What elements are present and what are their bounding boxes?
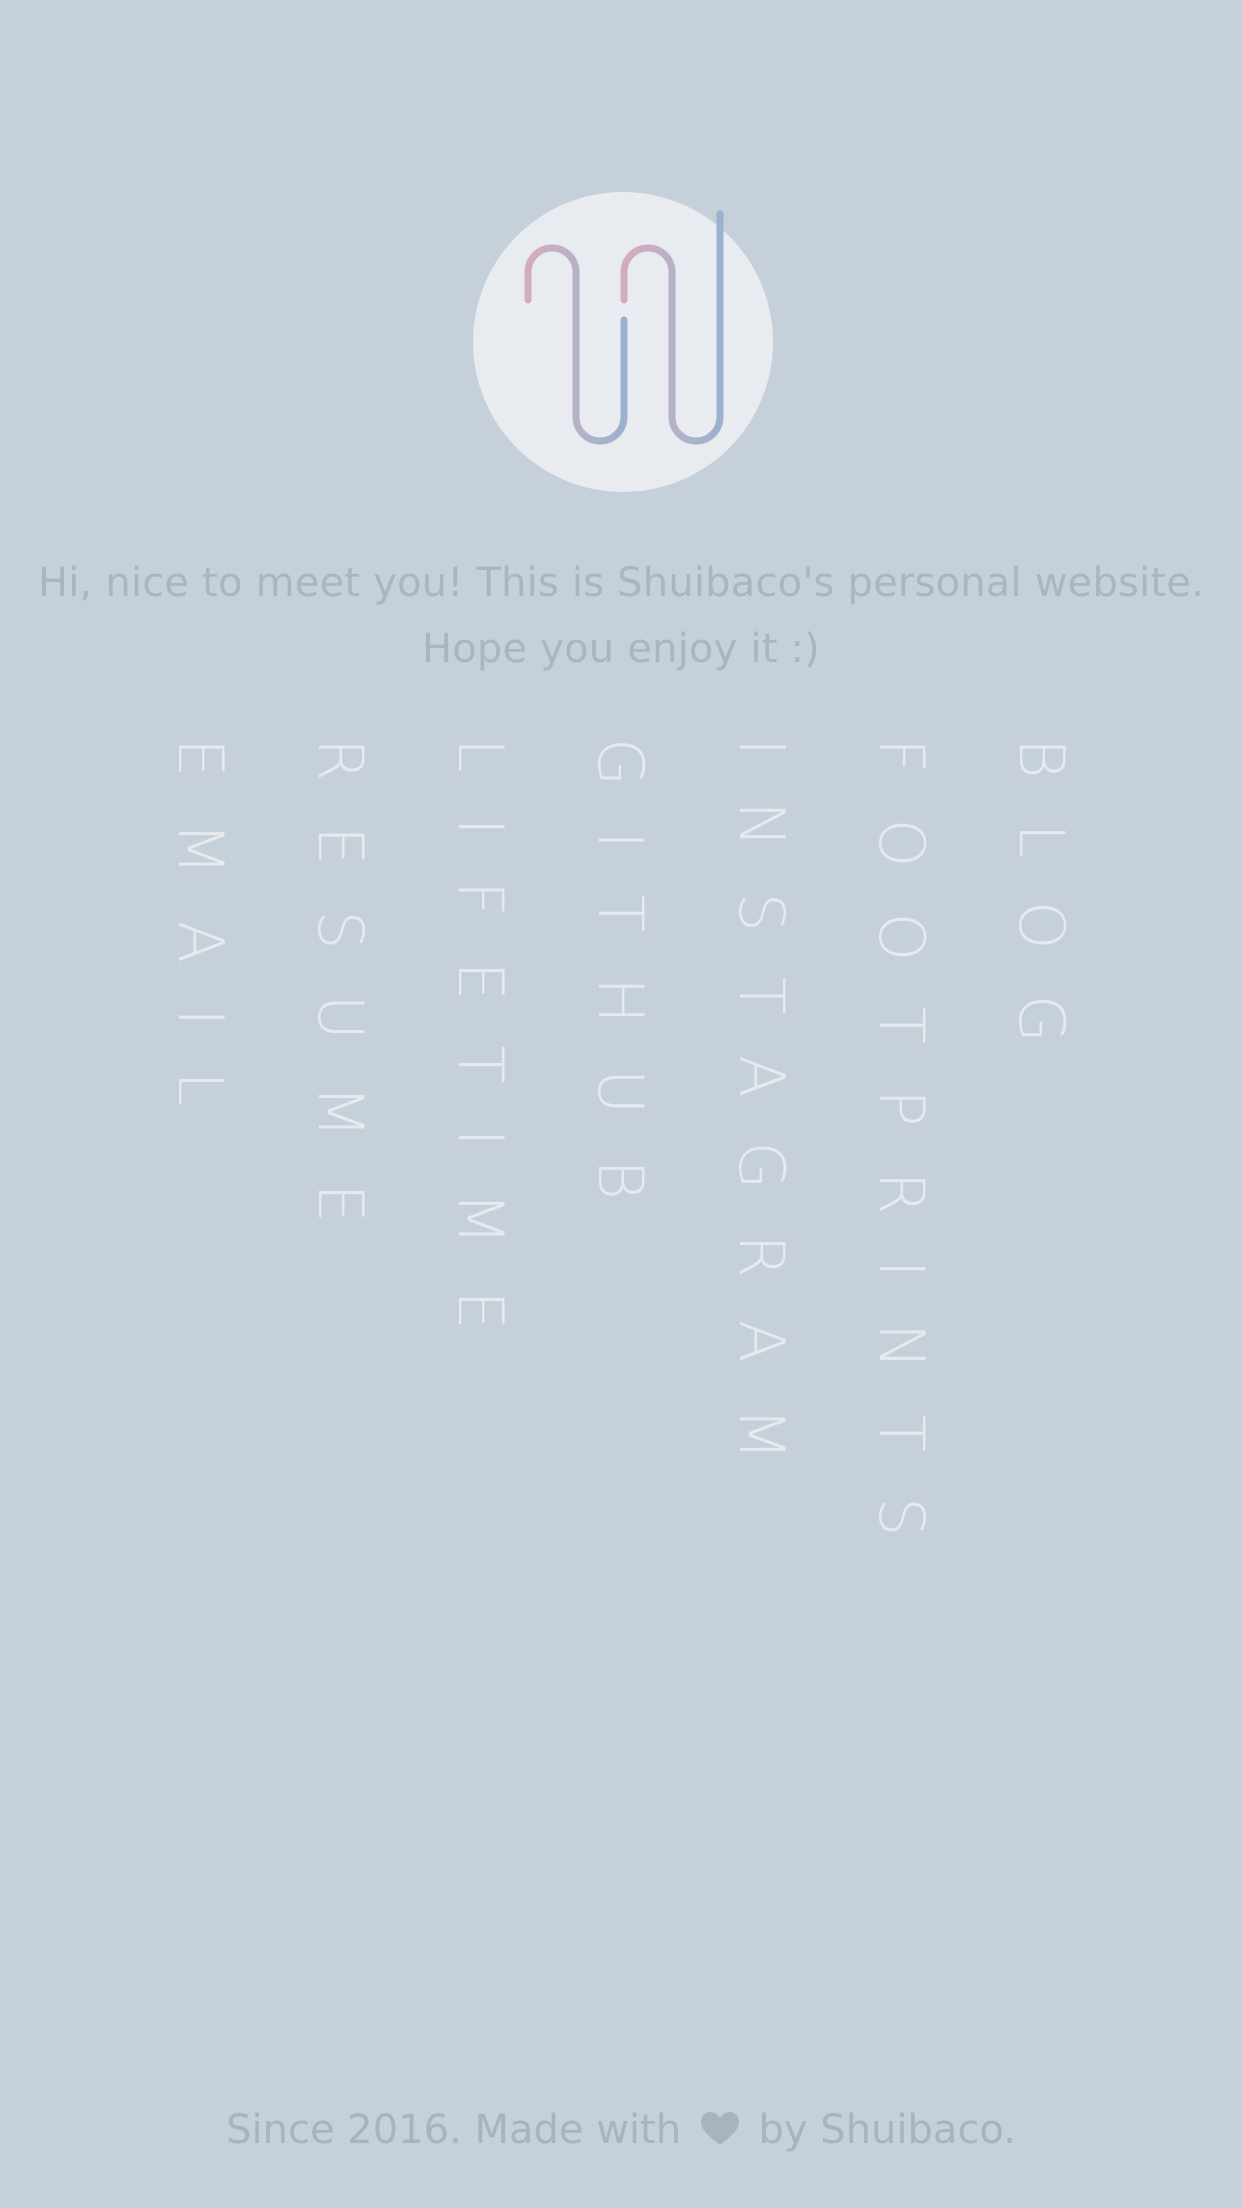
intro-text: Hi, nice to meet you! This is Shuibaco's… xyxy=(0,550,1242,682)
footer: Since 2016. Made with by Shuibaco. xyxy=(0,2100,1242,2164)
footer-text-before: Since 2016. Made with xyxy=(226,2107,682,2153)
footer-text-after: by Shuibaco. xyxy=(758,2107,1016,2153)
nav-item-footprints[interactable]: FOOTPRINTS xyxy=(865,738,938,1582)
nav-item-resume[interactable]: RESUME xyxy=(304,738,377,1268)
nav-item-instagram[interactable]: INSTAGRAM xyxy=(725,738,798,1506)
nav-item-github[interactable]: GITHUB xyxy=(584,738,657,1245)
nav-item-email[interactable]: EMAIL xyxy=(164,738,237,1151)
main-nav: BLOG FOOTPRINTS INSTAGRAM GITHUB LIFETIM… xyxy=(0,738,1242,1738)
nav-item-lifetime[interactable]: LIFETIME xyxy=(444,738,517,1375)
shuibaco-monogram-icon xyxy=(524,210,724,471)
nav-item-blog[interactable]: BLOG xyxy=(1005,738,1078,1088)
intro-line-2: Hope you enjoy it :) xyxy=(421,626,820,672)
logo xyxy=(473,192,773,492)
intro-line-1: Hi, nice to meet you! This is Shuibaco's… xyxy=(37,560,1205,606)
heart-icon xyxy=(700,2104,740,2164)
